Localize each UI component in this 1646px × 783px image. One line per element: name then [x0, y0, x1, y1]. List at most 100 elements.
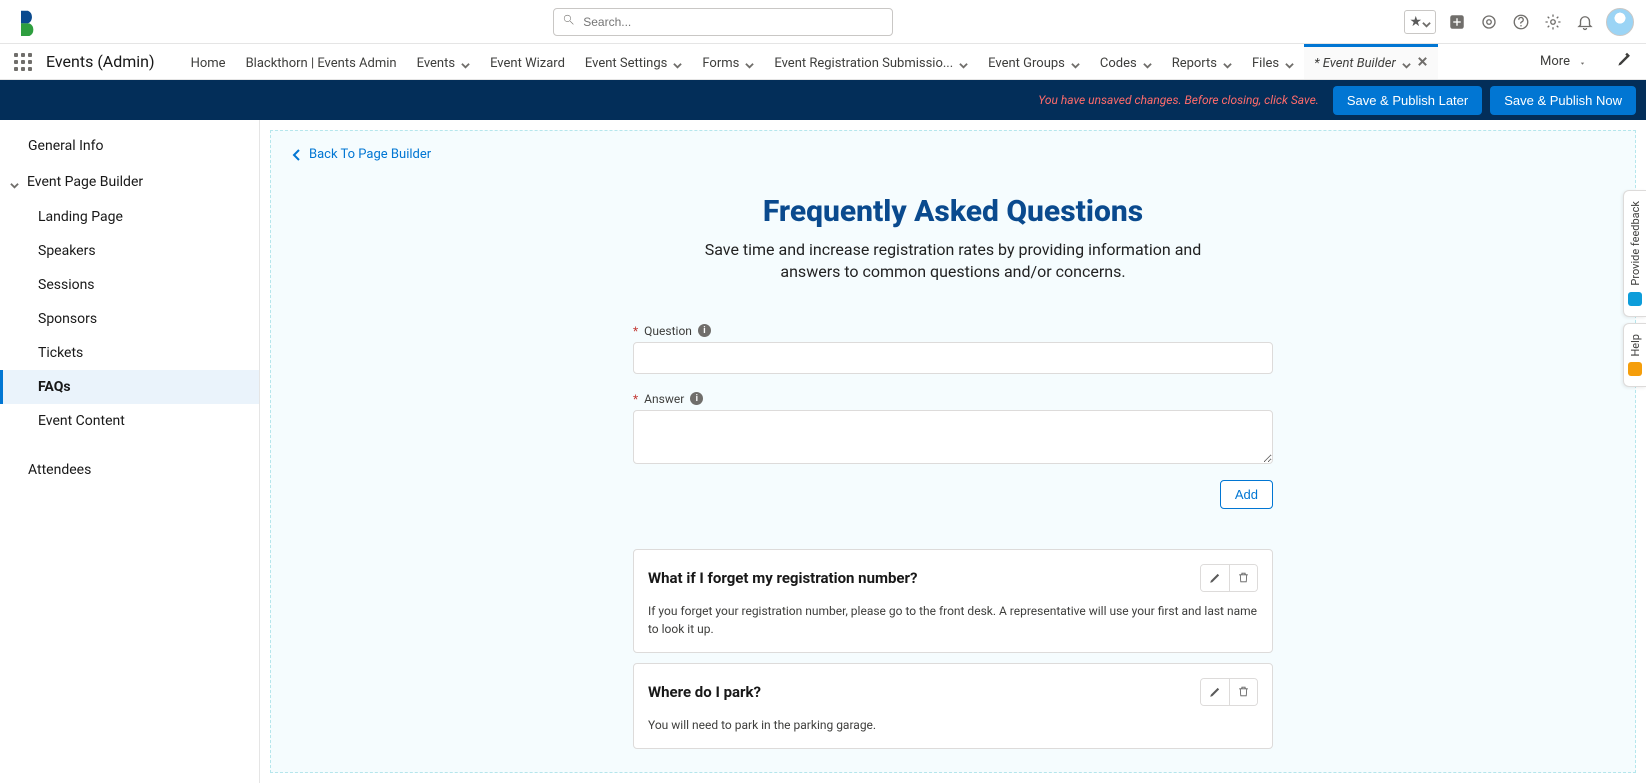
gear-icon[interactable]	[1542, 11, 1564, 33]
target-icon[interactable]	[1478, 11, 1500, 33]
sidebar-item[interactable]: Speakers	[0, 234, 259, 268]
chevron-down-icon	[461, 59, 470, 68]
sidebar-parent-label: Event Page Builder	[27, 174, 143, 190]
nav-item-label: Event Wizard	[490, 56, 565, 71]
info-icon[interactable]: i	[698, 324, 711, 337]
chevron-down-icon[interactable]	[1402, 59, 1411, 68]
sidebar-item[interactable]: Tickets	[0, 336, 259, 370]
edit-button[interactable]	[1201, 679, 1229, 705]
help-icon[interactable]	[1510, 11, 1532, 33]
nav-item-label: Home	[191, 56, 226, 71]
nav-item-label: Codes	[1100, 56, 1137, 71]
help-tab[interactable]: Help	[1623, 323, 1646, 388]
nav-item[interactable]: Event Wizard	[480, 44, 575, 79]
nav-item-label: Event Groups	[988, 56, 1065, 71]
question-label: *Question i	[633, 324, 1273, 338]
chevron-left-icon	[291, 149, 303, 161]
brand-logo	[14, 8, 42, 36]
tab-event-builder[interactable]: * Event Builder	[1304, 44, 1438, 79]
nav-item-label: Events	[417, 56, 455, 71]
chevron-down-icon	[10, 178, 19, 187]
back-link-label: Back To Page Builder	[309, 147, 431, 162]
chevron-down-icon	[1143, 59, 1152, 68]
question-input[interactable]	[633, 342, 1273, 374]
faq-question: What if I forget my registration number?	[648, 569, 1200, 587]
sidebar-item-event-page-builder[interactable]: Event Page Builder	[0, 164, 259, 200]
feedback-tab[interactable]: Provide feedback	[1623, 190, 1646, 317]
nav-item[interactable]: Event Registration Submissio...	[764, 44, 978, 79]
page-title: Frequently Asked Questions	[341, 194, 1565, 229]
unsaved-message: You have unsaved changes. Before closing…	[1038, 93, 1319, 107]
sidebar-item[interactable]: Landing Page	[0, 200, 259, 234]
edit-button[interactable]	[1201, 565, 1229, 591]
nav-item-label: Files	[1252, 56, 1279, 71]
help-badge-icon	[1628, 362, 1642, 376]
chevron-down-icon	[1071, 59, 1080, 68]
pencil-icon	[1209, 571, 1222, 584]
nav-item[interactable]: Events	[407, 44, 480, 79]
search-icon	[562, 13, 581, 30]
nav-item[interactable]: Forms	[692, 44, 764, 79]
builder-canvas: Back To Page Builder Frequently Asked Qu…	[270, 130, 1636, 773]
faq-actions	[1200, 564, 1258, 592]
chevron-down-icon	[1422, 17, 1431, 26]
sidebar-item[interactable]: Sessions	[0, 268, 259, 302]
feedback-badge-icon	[1628, 292, 1642, 306]
nav-item[interactable]: Files	[1242, 44, 1304, 79]
faq-card: Where do I park? You will need to park in…	[633, 663, 1273, 749]
faq-answer: You will need to park in the parking gar…	[648, 716, 1258, 734]
add-button[interactable]: Add	[1220, 480, 1273, 509]
favorites-chip[interactable]: ★	[1404, 10, 1436, 34]
chevron-down-icon	[959, 59, 968, 68]
delete-button[interactable]	[1229, 679, 1257, 705]
caret-down-icon[interactable]	[1578, 57, 1587, 66]
nav-item[interactable]: Event Settings	[575, 44, 692, 79]
search-input[interactable]	[581, 14, 884, 30]
chevron-down-icon	[673, 59, 682, 68]
save-publish-now-button[interactable]: Save & Publish Now	[1490, 86, 1636, 115]
page-subtitle: Save time and increase registration rate…	[673, 239, 1233, 284]
global-header: ★	[0, 0, 1646, 44]
nav-item-label: Event Settings	[585, 56, 667, 71]
back-to-page-builder-link[interactable]: Back To Page Builder	[291, 131, 1565, 174]
sidebar-item[interactable]: FAQs	[0, 370, 259, 404]
chevron-down-icon	[745, 59, 754, 68]
app-launcher-icon[interactable]	[12, 51, 34, 73]
sidebar-item-attendees[interactable]: Attendees	[0, 452, 259, 488]
nav-item[interactable]: Reports	[1162, 44, 1242, 79]
sidebar-item[interactable]: Sponsors	[0, 302, 259, 336]
pencil-icon	[1209, 685, 1222, 698]
answer-input[interactable]	[633, 410, 1273, 464]
faq-question: Where do I park?	[648, 683, 1200, 701]
chevron-down-icon	[1285, 59, 1294, 68]
plus-icon[interactable]	[1446, 11, 1468, 33]
nav-item-label: Reports	[1172, 56, 1217, 71]
sidebar-item-general-info[interactable]: General Info	[0, 128, 259, 164]
nav-bar: Events (Admin) Home Blackthorn | Events A…	[0, 44, 1646, 80]
save-publish-later-button[interactable]: Save & Publish Later	[1333, 86, 1482, 115]
pencil-icon[interactable]	[1617, 52, 1632, 71]
tab-label: * Event Builder	[1314, 56, 1396, 71]
nav-item[interactable]: Codes	[1090, 44, 1162, 79]
nav-item[interactable]: Event Groups	[978, 44, 1090, 79]
star-icon: ★	[1409, 14, 1422, 30]
nav-item-label: Event Registration Submissio...	[774, 56, 953, 71]
nav-more[interactable]: More	[1540, 54, 1570, 69]
nav-item[interactable]: Blackthorn | Events Admin	[236, 44, 407, 79]
action-bar: You have unsaved changes. Before closing…	[0, 80, 1646, 120]
faq-actions	[1200, 678, 1258, 706]
nav-item[interactable]: Home	[181, 44, 236, 79]
nav-item-label: Blackthorn | Events Admin	[246, 56, 397, 71]
global-search[interactable]	[553, 8, 893, 36]
trash-icon	[1237, 685, 1250, 698]
bell-icon[interactable]	[1574, 11, 1596, 33]
info-icon[interactable]: i	[690, 392, 703, 405]
user-avatar[interactable]	[1606, 8, 1634, 36]
answer-label: *Answer i	[633, 392, 1273, 406]
delete-button[interactable]	[1229, 565, 1257, 591]
app-name: Events (Admin)	[46, 52, 155, 71]
sidebar-item[interactable]: Event Content	[0, 404, 259, 438]
nav-item-label: Forms	[702, 56, 739, 71]
sidebar: General Info Event Page Builder Landing …	[0, 120, 260, 783]
close-icon[interactable]	[1417, 56, 1428, 71]
